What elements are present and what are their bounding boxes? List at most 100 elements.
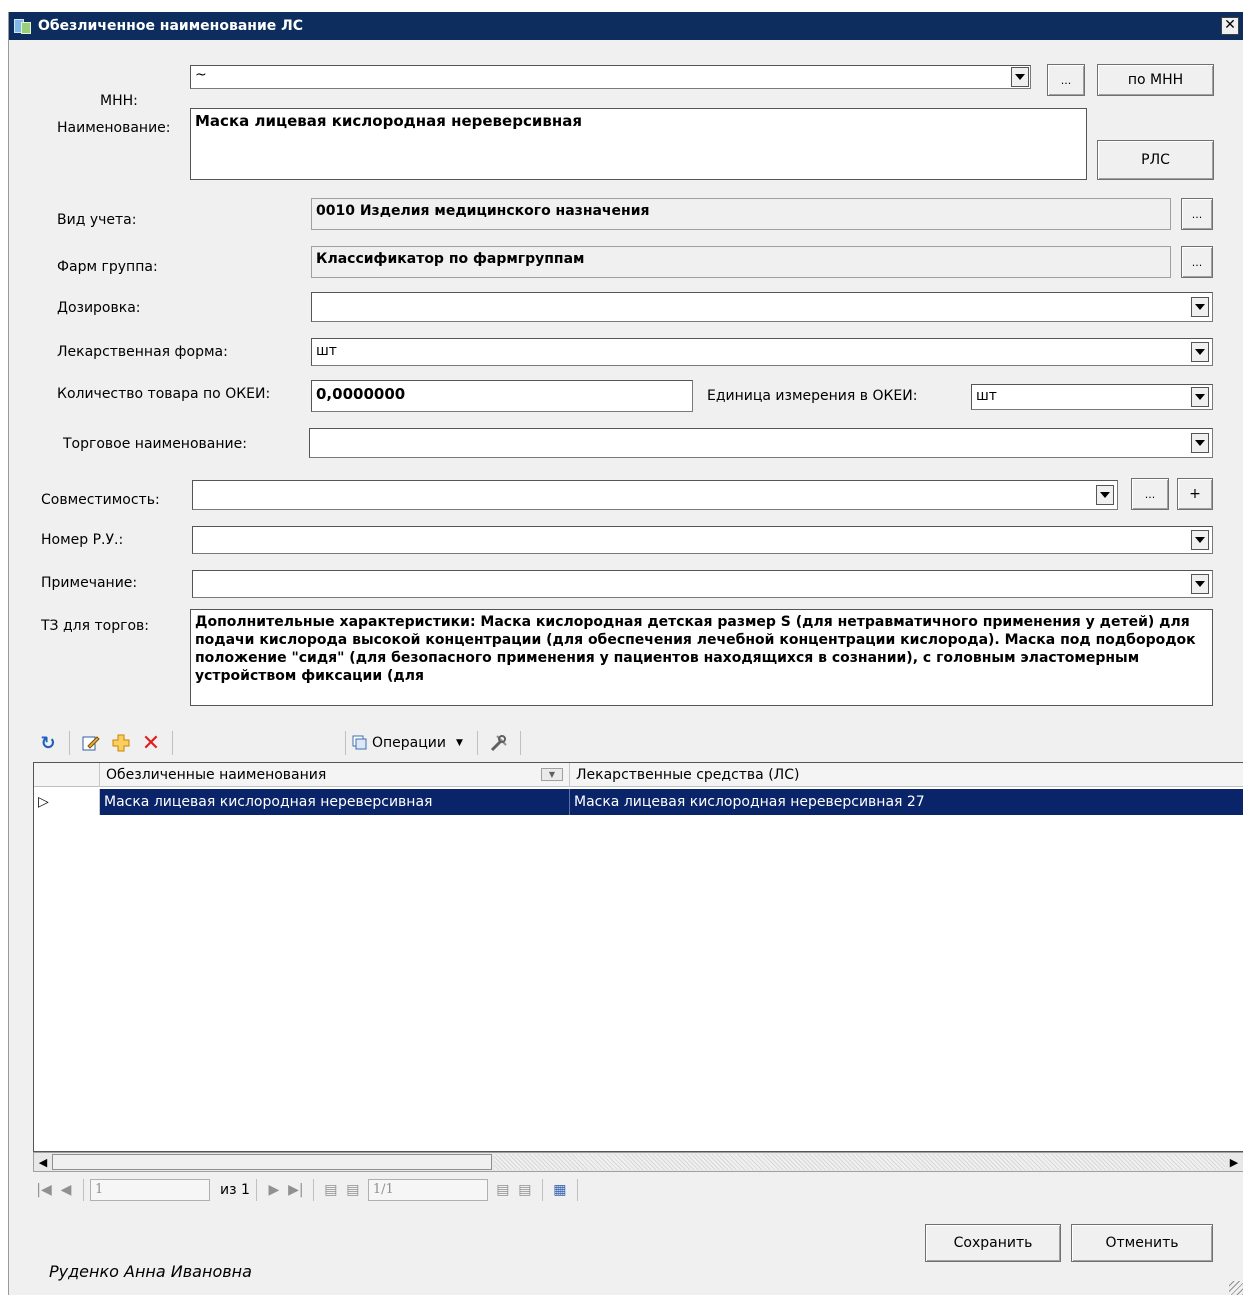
window-title: Обезличенное наименование ЛС — [38, 18, 304, 34]
trade-name-dropdown-button[interactable] — [1191, 433, 1209, 453]
mnn-browse-button[interactable]: ... — [1047, 64, 1085, 96]
reg-number-label: Номер Р.У.: — [41, 532, 124, 548]
scroll-track[interactable] — [494, 1154, 1225, 1170]
tz-label: ТЗ для торгов: — [41, 618, 149, 634]
dosage-combo[interactable] — [311, 292, 1213, 322]
dosage-form-combo[interactable]: шт — [311, 338, 1213, 366]
dosage-form-label: Лекарственная форма: — [57, 344, 228, 360]
record-number-input[interactable]: 1/1 — [367, 1179, 488, 1201]
account-type-label: Вид учета: — [57, 212, 137, 228]
note-combo[interactable] — [192, 570, 1213, 598]
rls-button[interactable]: РЛС — [1097, 140, 1214, 180]
mnn-dropdown-button[interactable] — [1011, 67, 1029, 87]
resize-grip[interactable] — [1229, 1281, 1243, 1295]
chevron-down-icon — [1195, 440, 1205, 446]
pharm-group-browse-button[interactable]: ... — [1181, 246, 1213, 278]
next-page-icon[interactable]: ▶ — [263, 1182, 285, 1198]
note-dropdown-button[interactable] — [1191, 574, 1209, 594]
pager-separator — [312, 1179, 314, 1201]
tz-field[interactable]: Дополнительные характеристики: Маска кис… — [190, 609, 1213, 706]
scroll-left-icon[interactable]: ◀ — [34, 1153, 52, 1171]
compat-label: Совместимость: — [41, 492, 160, 508]
pager-separator — [576, 1179, 578, 1201]
toolbar-separator — [172, 731, 173, 755]
mnn-label: МНН: — [100, 93, 138, 109]
dosage-form-dropdown-button[interactable] — [1191, 342, 1209, 362]
pager: |◀ ◀ 1 из 1 ▶ ▶| ▤ ▤ 1/1 ▤ ▤ ▦ — [33, 1174, 753, 1206]
compat-browse-button[interactable]: ... — [1131, 478, 1169, 510]
chevron-down-icon — [1195, 349, 1205, 355]
compat-add-button[interactable]: + — [1177, 478, 1213, 510]
last-page-icon[interactable]: ▶| — [285, 1182, 307, 1198]
name-field[interactable]: Маска лицевая кислородная нереверсивная — [190, 108, 1087, 180]
prev-page-icon[interactable]: ◀ — [55, 1182, 77, 1198]
refresh-icon[interactable]: ↻ — [36, 731, 60, 755]
toolbar-separator — [519, 731, 521, 755]
first-record-icon[interactable]: ▤ — [320, 1182, 342, 1198]
scroll-right-icon[interactable]: ▶ — [1225, 1153, 1243, 1171]
save-button[interactable]: Сохранить — [925, 1224, 1061, 1262]
add-icon[interactable] — [109, 731, 133, 755]
mnn-combo[interactable]: ~ — [190, 65, 1031, 89]
grid-toolbar: ↻ ✕ Операции ▼ — [33, 726, 1243, 760]
okei-unit-label: Единица измерения в ОКЕИ: — [707, 388, 918, 404]
operations-label: Операции — [372, 735, 446, 751]
table-view-icon[interactable]: ▦ — [549, 1182, 571, 1198]
chevron-down-icon — [1195, 304, 1205, 310]
page-count-label: из 1 — [220, 1182, 250, 1198]
user-name: Руденко Анна Ивановна — [49, 1262, 252, 1281]
cell-drug-name[interactable]: Маска лицевая кислородная нереверсивная … — [570, 789, 1243, 815]
dosage-label: Дозировка: — [57, 300, 141, 316]
column-header-drugs[interactable]: Лекарственные средства (ЛС) — [570, 763, 1243, 787]
column-header-label: Обезличенные наименования — [106, 767, 327, 783]
pager-separator — [83, 1179, 84, 1201]
by-mnn-button[interactable]: по МНН — [1097, 64, 1214, 96]
settings-icon[interactable] — [487, 731, 511, 755]
reg-number-combo[interactable] — [192, 526, 1213, 554]
column-header-anonymized[interactable]: Обезличенные наименования ▼ — [100, 763, 570, 787]
cell-anonymized-name[interactable]: Маска лицевая кислородная нереверсивная — [100, 789, 570, 815]
cancel-button[interactable]: Отменить — [1071, 1224, 1213, 1262]
chevron-down-icon — [1015, 74, 1025, 80]
close-button[interactable]: ✕ — [1221, 17, 1239, 35]
chevron-down-icon — [1195, 394, 1205, 400]
compat-combo[interactable] — [192, 480, 1118, 510]
filter-icon[interactable]: ▼ — [541, 768, 563, 781]
toolbar-separator — [476, 731, 478, 755]
chevron-down-icon — [1195, 537, 1205, 543]
operations-menu-button[interactable]: Операции ▼ — [352, 735, 463, 751]
grid-header: Обезличенные наименования ▼ Лекарственны… — [34, 763, 1243, 787]
okei-unit-combo[interactable]: шт — [971, 384, 1213, 410]
chevron-down-icon: ▼ — [455, 738, 463, 748]
page-number-input[interactable]: 1 — [90, 1179, 210, 1201]
next-record-icon[interactable]: ▤ — [492, 1182, 514, 1198]
toolbar-separator — [345, 731, 346, 755]
prev-record-icon[interactable]: ▤ — [342, 1182, 364, 1198]
note-label: Примечание: — [41, 575, 138, 591]
okei-qty-label: Количество товара по ОКЕИ: — [57, 386, 271, 402]
chevron-down-icon — [1195, 581, 1205, 587]
results-grid: Обезличенные наименования ▼ Лекарственны… — [33, 762, 1243, 1152]
account-type-browse-button[interactable]: ... — [1181, 198, 1213, 230]
scroll-thumb[interactable] — [52, 1154, 492, 1170]
dosage-dropdown-button[interactable] — [1191, 297, 1209, 317]
trade-name-label: Торговое наименование: — [63, 436, 247, 452]
pharm-group-label: Фарм группа: — [57, 259, 158, 275]
edit-icon[interactable] — [79, 731, 103, 755]
row-indicator-header — [34, 763, 100, 787]
horizontal-scrollbar[interactable]: ◀ ▶ — [33, 1152, 1243, 1172]
dialog-window: Обезличенное наименование ЛС ✕ МНН: ~ ..… — [8, 12, 1243, 1295]
trade-name-combo[interactable] — [309, 428, 1213, 458]
compat-dropdown-button[interactable] — [1096, 485, 1114, 505]
first-page-icon[interactable]: |◀ — [33, 1182, 55, 1198]
delete-icon[interactable]: ✕ — [139, 731, 163, 756]
okei-unit-dropdown-button[interactable] — [1191, 387, 1209, 407]
pharm-group-field: Классификатор по фармгруппам — [311, 246, 1171, 278]
operations-icon — [352, 735, 367, 750]
reg-number-dropdown-button[interactable] — [1191, 530, 1209, 550]
table-row[interactable]: ▷ Маска лицевая кислородная нереверсивна… — [34, 789, 1243, 815]
pager-separator — [541, 1179, 543, 1201]
okei-qty-field[interactable]: 0,0000000 — [311, 380, 693, 412]
name-label: Наименование: — [57, 120, 171, 136]
last-record-icon[interactable]: ▤ — [514, 1182, 536, 1198]
